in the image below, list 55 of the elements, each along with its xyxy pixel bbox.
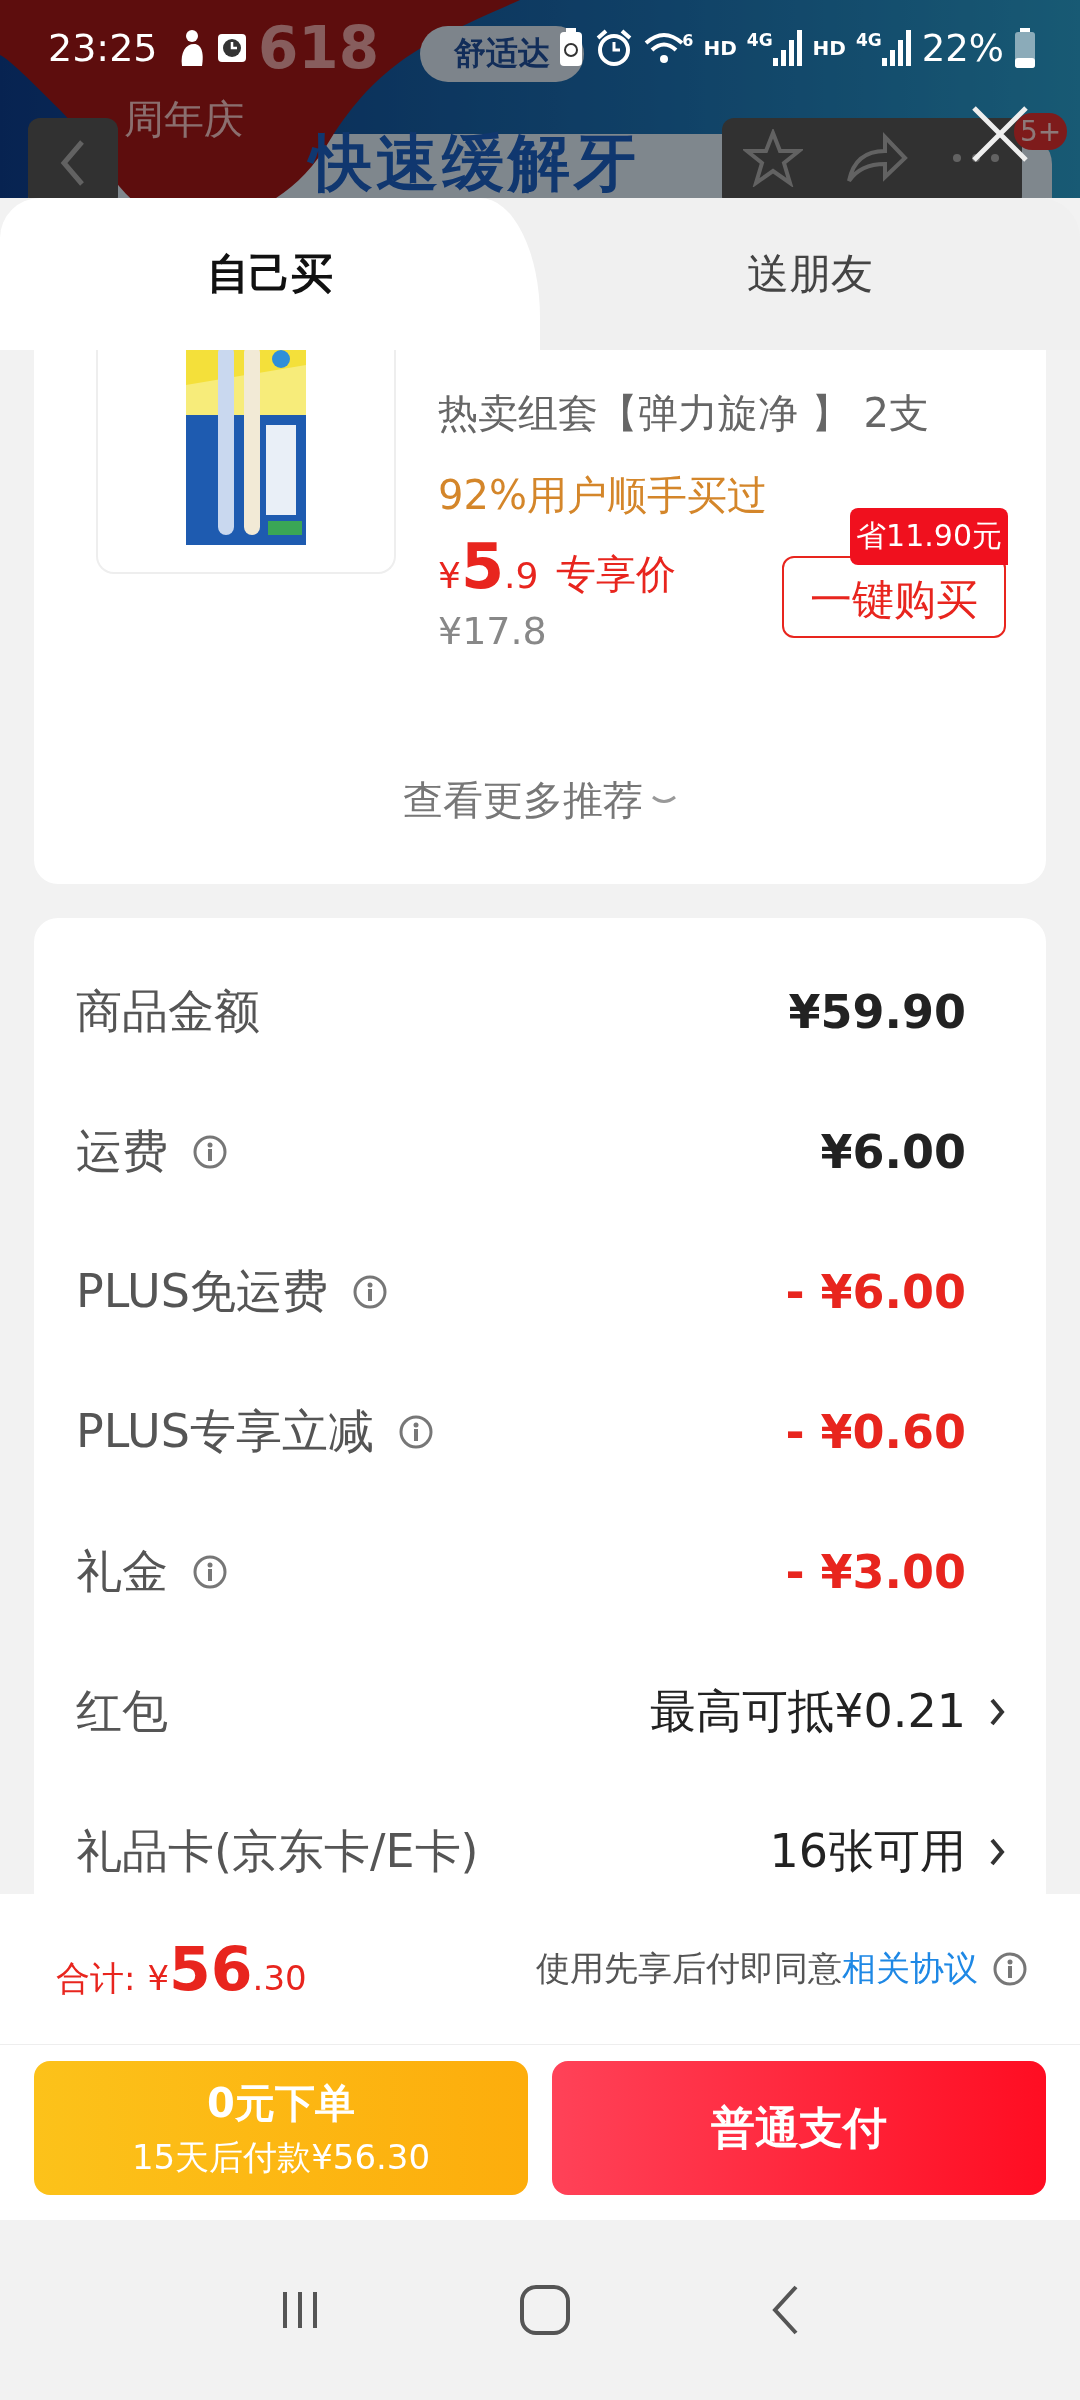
row-label: 红包	[76, 1683, 168, 1740]
info-icon[interactable]	[192, 1134, 228, 1170]
wifi-label: 6	[682, 31, 694, 50]
product-title: 热卖组套【弹力旋净 】 2支	[438, 389, 930, 438]
row-value: ¥6.00	[820, 1125, 966, 1179]
battery-icon	[1014, 28, 1036, 68]
network-label: 4G	[746, 30, 773, 50]
row-value: - ¥0.60	[785, 1405, 966, 1459]
clock-icon	[215, 32, 248, 64]
home-icon[interactable]	[519, 2284, 571, 2336]
tab[interactable]: 送朋友	[540, 198, 1080, 350]
price-label: 专享价	[556, 550, 677, 599]
total-amount: ¥56.30	[147, 1934, 307, 2004]
row-value[interactable]: 最高可抵¥0.21	[650, 1681, 966, 1743]
share-icon[interactable]	[845, 131, 909, 185]
price: ¥5.9	[438, 530, 539, 603]
row-value[interactable]: 16张可用	[769, 1821, 966, 1883]
info-icon[interactable]	[351, 1274, 388, 1310]
hd-label: HD	[812, 36, 846, 60]
row-label: 礼金	[76, 1543, 168, 1600]
row-label: PLUS免运费	[76, 1263, 328, 1320]
chevron-right-icon[interactable]	[988, 1837, 1006, 1867]
original-price: ¥17.8	[438, 609, 548, 653]
battery-saver-icon	[558, 28, 585, 68]
battery-percent: 22%	[921, 26, 1004, 70]
banner-text: 618	[258, 14, 380, 82]
agreement-link[interactable]: 相关协议	[842, 1948, 978, 1988]
row-label: PLUS专享立减	[76, 1403, 374, 1460]
tab[interactable]: 自己买	[0, 198, 540, 350]
back-button[interactable]	[28, 118, 118, 198]
star-icon[interactable]	[743, 129, 803, 187]
signal-icon	[881, 30, 912, 66]
row-label: 礼品卡(京东卡/E卡)	[76, 1823, 479, 1880]
network-label: 4G	[855, 30, 882, 50]
status-time: 23:25	[48, 26, 158, 70]
banner-text: 周年庆	[124, 95, 244, 144]
info-icon[interactable]	[992, 1951, 1028, 1987]
row-value: - ¥6.00	[785, 1265, 966, 1319]
info-icon[interactable]	[192, 1554, 228, 1590]
wifi-icon	[644, 31, 685, 65]
pay-button[interactable]: 普通支付	[552, 2061, 1046, 2195]
row-label: 商品金额	[76, 983, 260, 1040]
info-icon[interactable]	[397, 1414, 434, 1450]
hd-label: HD	[703, 36, 737, 60]
total-label: 合计:	[56, 1957, 136, 2000]
row-value: - ¥3.00	[785, 1545, 966, 1599]
chevron-right-icon[interactable]	[988, 1697, 1006, 1727]
saving-badge: 省11.90元	[850, 508, 1008, 565]
social-proof-text: 92%用户顺手买过	[438, 471, 768, 520]
more-link[interactable]: 查看更多推荐	[403, 773, 643, 828]
more-icon[interactable]	[951, 152, 1001, 164]
signal-icon	[772, 30, 803, 66]
row-label: 运费	[76, 1123, 168, 1180]
row-value: ¥59.90	[788, 985, 966, 1039]
agreement-text: 使用先享后付即同意相关协议	[536, 1947, 978, 1990]
